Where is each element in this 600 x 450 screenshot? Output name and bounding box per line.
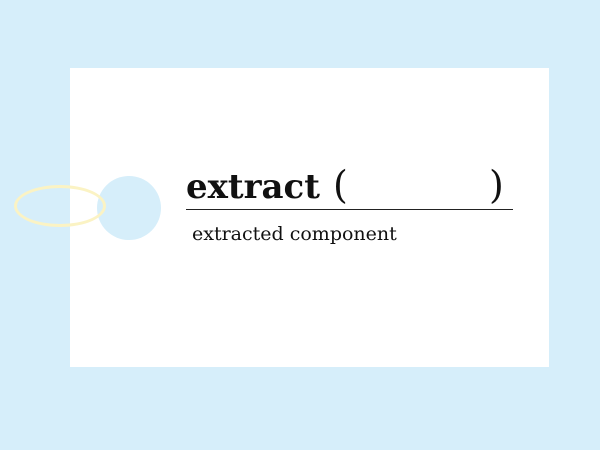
vocabulary-word: extract xyxy=(186,167,320,207)
word-meaning: extracted component xyxy=(192,223,397,245)
tag-ring xyxy=(14,185,106,227)
tag-hole xyxy=(97,176,161,240)
open-paren: ( xyxy=(333,163,348,207)
word-line: extract ( ) xyxy=(186,164,513,210)
close-paren: ) xyxy=(489,163,504,207)
